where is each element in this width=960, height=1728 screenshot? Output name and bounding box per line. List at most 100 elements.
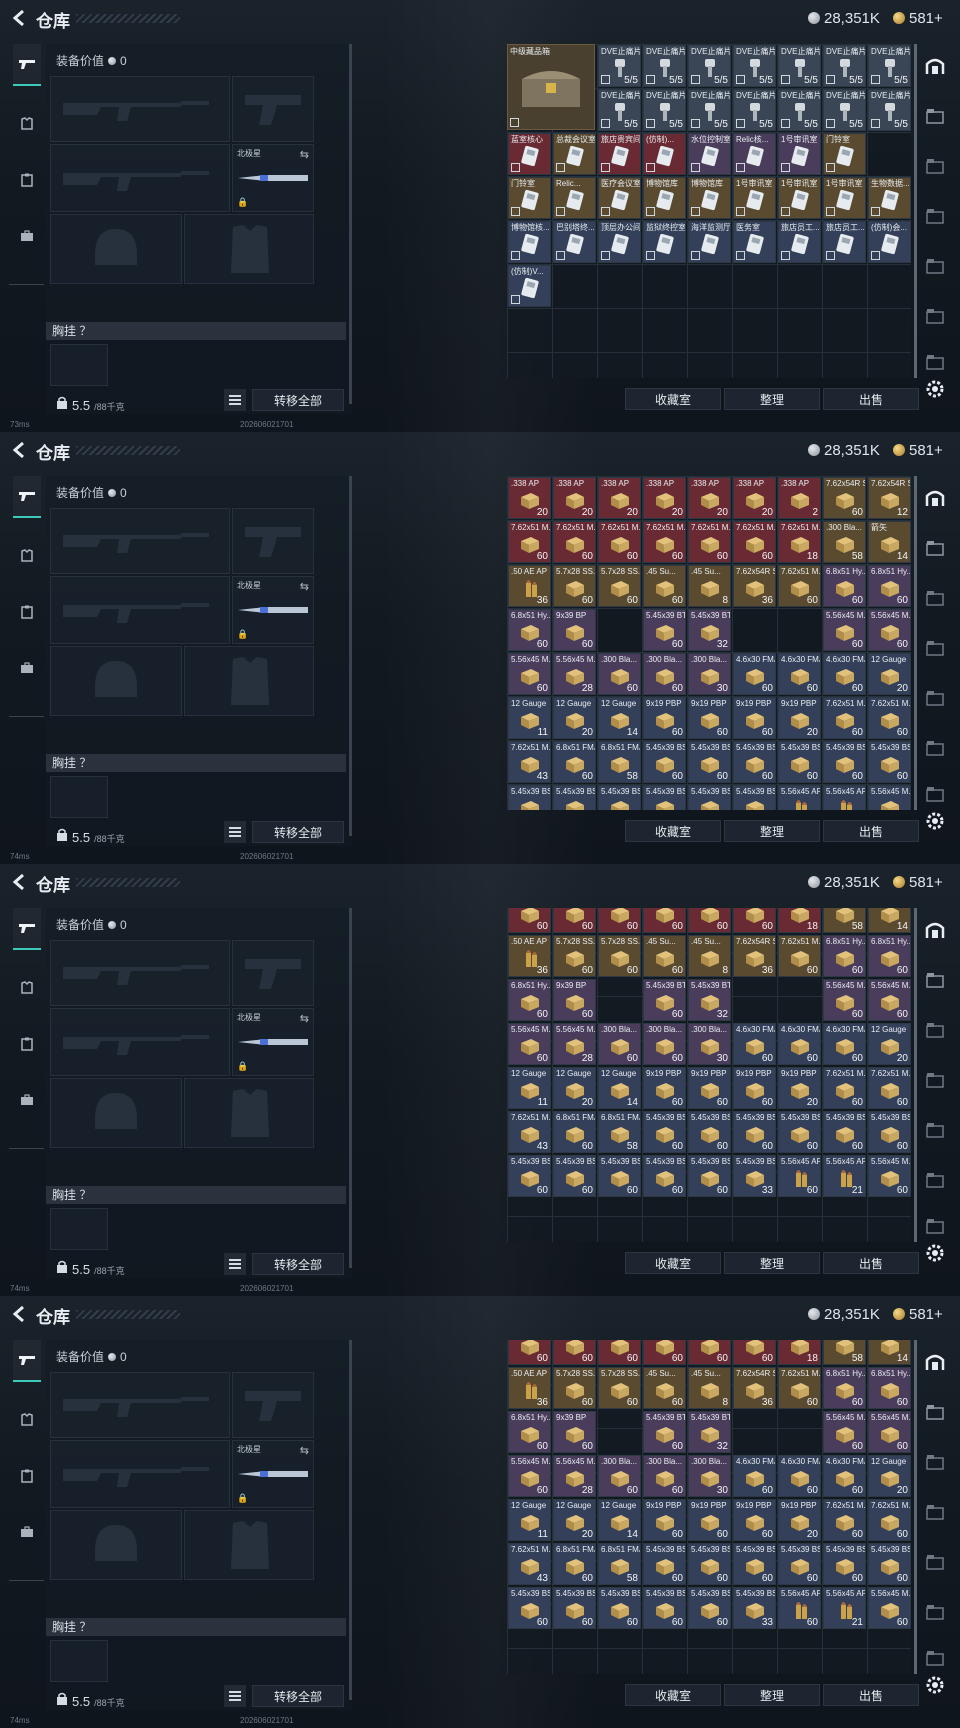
stash-item[interactable]: 1号审讯室 xyxy=(823,177,866,219)
equipment-scrollbar[interactable] xyxy=(349,908,352,1268)
stash-item[interactable]: 生物数据... xyxy=(868,177,911,219)
pistol-slot[interactable] xyxy=(232,76,314,142)
stash-item[interactable]: 5.45x39 BS 60 xyxy=(643,1543,686,1585)
stash-item[interactable]: 5.45x39 BS 60 xyxy=(688,1155,731,1197)
stash-item[interactable]: 5.7x28 SS... 60 xyxy=(598,1367,641,1409)
stash-item[interactable]: 旅店员工... xyxy=(823,221,866,263)
tab-stash-4[interactable] xyxy=(918,676,952,720)
stash-item[interactable]: 18 xyxy=(778,1340,821,1365)
stash-item[interactable]: 5.56x45 AP 60 xyxy=(778,1155,821,1197)
stash-item[interactable]: 7.62x51 M... 60 xyxy=(598,521,641,563)
stash-item[interactable]: 4.6x30 FMJ 60 xyxy=(778,1023,821,1065)
stash-item[interactable]: 5.7x28 SS... 60 xyxy=(553,935,596,977)
stash-item[interactable]: .338 AP 20 xyxy=(598,477,641,519)
stash-item[interactable]: 5.45x39 BS 60 xyxy=(643,1155,686,1197)
tab-stash-5[interactable] xyxy=(918,1158,952,1202)
stash-item[interactable]: 5.45x39 BS 33 xyxy=(733,1587,776,1629)
stash-item[interactable]: .45 Su... 8 xyxy=(688,565,731,607)
armor-slot[interactable] xyxy=(184,646,314,716)
stash-item[interactable]: 6.8x51 Hy... 60 xyxy=(823,565,866,607)
stash-item[interactable]: 9x19 PBP 60 xyxy=(733,1499,776,1541)
stash-item[interactable]: 60 xyxy=(553,1340,596,1365)
stash-item[interactable]: 9x19 PBP 20 xyxy=(778,1067,821,1109)
sell-button[interactable]: 出售 xyxy=(823,1252,919,1274)
stash-item[interactable]: 14 xyxy=(868,1340,911,1365)
transfer-all-button[interactable]: 转移全部 xyxy=(252,389,344,411)
tab-stash-main[interactable] xyxy=(918,1340,952,1384)
helmet-slot[interactable] xyxy=(50,214,182,284)
stash-item[interactable]: DVE止痛片 5/5 xyxy=(823,89,866,131)
stash-item[interactable]: 60 xyxy=(688,908,731,933)
stash-item[interactable]: 12 Gauge 14 xyxy=(598,1067,641,1109)
stash-item[interactable]: .50 AE AP 36 xyxy=(508,565,551,607)
stash-item[interactable]: 58 xyxy=(823,1340,866,1365)
tab-stash-2[interactable] xyxy=(918,1440,952,1484)
settings-gear-icon[interactable] xyxy=(924,1242,946,1264)
stash-item[interactable]: 4.6x30 FMJ 60 xyxy=(778,1455,821,1497)
pistol-slot[interactable] xyxy=(232,1372,314,1438)
stash-item[interactable]: DVE止痛片 5/5 xyxy=(778,45,821,87)
back-arrow-icon[interactable] xyxy=(10,1304,30,1324)
collection-box-item[interactable]: 中级藏品箱 xyxy=(507,44,595,130)
stash-item[interactable]: .338 AP 20 xyxy=(643,477,686,519)
stash-item[interactable]: 4.6x30 FMJ 60 xyxy=(823,1023,866,1065)
stash-item[interactable]: 5.45x39 BS 60 xyxy=(868,1543,911,1585)
stash-grid[interactable]: 60 60 60 60 60 60 18 58 14 .50 AE AP 36 5.7x28 SS..… xyxy=(507,908,911,1242)
stash-item[interactable]: 5.56x45 M... 60 xyxy=(508,1455,551,1497)
stash-item[interactable]: 6.8x51 FMJ 58 xyxy=(598,741,641,783)
stash-item[interactable]: 12 Gauge 14 xyxy=(598,697,641,739)
stash-item[interactable]: 5.7x28 SS... 60 xyxy=(553,1367,596,1409)
stash-item[interactable]: 9x39 BP 60 xyxy=(553,609,596,651)
melee-slot[interactable]: 北极星 ⇆ 🔒 xyxy=(232,1440,314,1508)
tab-stash-2[interactable] xyxy=(918,144,952,188)
stash-item[interactable]: 7.62x51 M... 18 xyxy=(778,521,821,563)
back-arrow-icon[interactable] xyxy=(10,872,30,892)
secondary-weapon-slot[interactable] xyxy=(50,576,230,644)
gold-currency[interactable]: 581+ xyxy=(893,873,943,891)
stash-item[interactable]: 7.62x51 M... 60 xyxy=(553,521,596,563)
stash-item[interactable]: 箭矢 14 xyxy=(868,521,911,563)
stash-item[interactable]: 5.45x39 BS xyxy=(643,785,686,810)
stash-item[interactable]: 5.56x45 M... 28 xyxy=(553,1023,596,1065)
tab-stash-1[interactable] xyxy=(918,94,952,138)
stash-item[interactable]: 5.56x45 M... 60 xyxy=(508,1023,551,1065)
tab-stash-4[interactable] xyxy=(918,244,952,288)
transfer-all-button[interactable]: 转移全部 xyxy=(252,821,344,843)
stash-item[interactable]: 7.62x51 M... 60 xyxy=(688,521,731,563)
stash-item[interactable]: 5.56x45 AP 60 xyxy=(778,1587,821,1629)
stash-item[interactable]: 60 xyxy=(508,1340,551,1365)
primary-weapon-slot[interactable] xyxy=(50,1372,230,1438)
pistol-slot[interactable] xyxy=(232,508,314,574)
stash-item[interactable]: 总裁会议室 xyxy=(553,133,596,175)
stash-item[interactable]: DVE止痛片 5/5 xyxy=(688,45,731,87)
stash-item[interactable]: .300 Bla... 30 xyxy=(688,653,731,695)
stash-item[interactable]: 9x39 BP 60 xyxy=(553,979,596,1021)
stash-item[interactable]: (仿制)... xyxy=(643,133,686,175)
stash-item[interactable]: 5.45x39 BT 60 xyxy=(643,979,686,1021)
stash-item[interactable]: 60 xyxy=(508,908,551,933)
collection-room-button[interactable]: 收藏室 xyxy=(625,388,721,410)
tab-stash-5[interactable] xyxy=(918,294,952,338)
stash-item[interactable]: 9x19 PBP 20 xyxy=(778,697,821,739)
stash-item[interactable]: 58 xyxy=(823,908,866,933)
stash-item[interactable]: 7.62x51 M... 60 xyxy=(778,935,821,977)
stash-item[interactable]: 5.45x39 BS 60 xyxy=(688,741,731,783)
stash-item[interactable]: .300 Bla... 60 xyxy=(643,1455,686,1497)
stash-item[interactable]: 9x19 PBP 60 xyxy=(643,1499,686,1541)
stash-item[interactable]: 9x19 PBP 20 xyxy=(778,1499,821,1541)
stash-item[interactable]: DVE止痛片 5/5 xyxy=(733,45,776,87)
stash-item[interactable]: 水位控制室 xyxy=(688,133,731,175)
stash-item[interactable]: 7.62x51 M... 60 xyxy=(823,1499,866,1541)
stash-item[interactable]: .300 Bla... 60 xyxy=(643,1023,686,1065)
stash-item[interactable]: 7.62x51 M... 43 xyxy=(508,1111,551,1153)
vest-slot[interactable] xyxy=(50,1208,108,1250)
stash-grid[interactable]: 60 60 60 60 60 60 18 58 14 .50 AE AP 36 5.7x28 SS..… xyxy=(507,1340,911,1674)
stash-item[interactable]: 9x19 PBP 60 xyxy=(733,697,776,739)
stash-item[interactable]: 60 xyxy=(598,908,641,933)
stash-scrollbar[interactable] xyxy=(914,1340,917,1674)
stash-item[interactable]: .45 Su... 60 xyxy=(643,1367,686,1409)
stash-item[interactable]: 7.62x51 M... 60 xyxy=(778,565,821,607)
stash-item[interactable]: 5.56x45 AP 21 xyxy=(823,1587,866,1629)
stash-item[interactable]: 5.56x45 M... 60 xyxy=(508,653,551,695)
stash-item[interactable]: 医疗会议室 xyxy=(598,177,641,219)
